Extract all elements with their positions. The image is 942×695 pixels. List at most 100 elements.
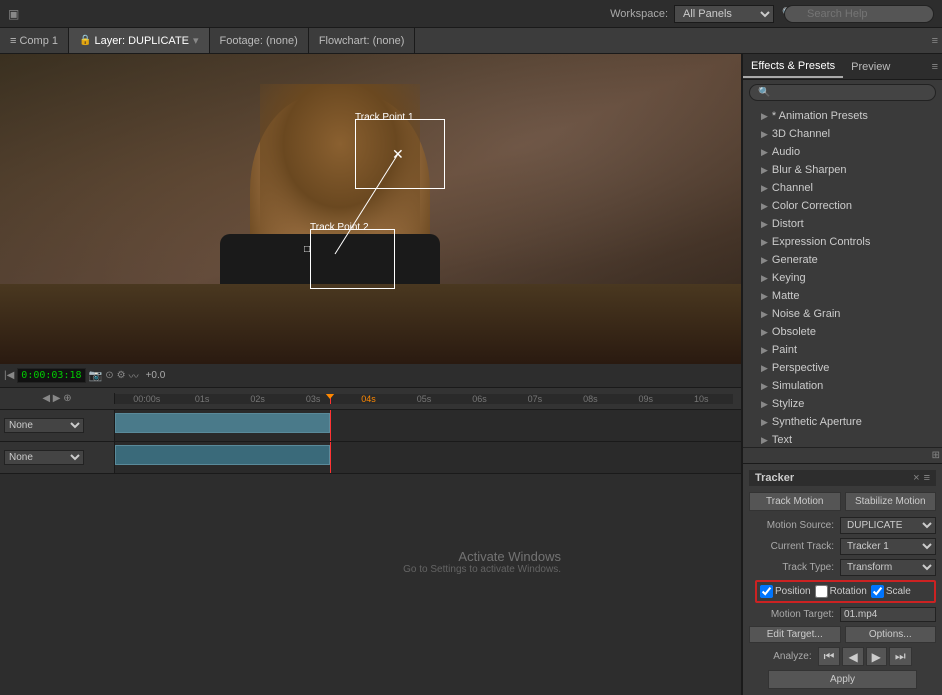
effect-text[interactable]: ▶ Text <box>743 431 942 447</box>
effects-menu-icon[interactable]: ≡ <box>932 61 938 73</box>
effect-blur-sharpen[interactable]: ▶ Blur & Sharpen <box>743 161 942 179</box>
ruler-mark-10: 10s <box>674 394 729 404</box>
tracker-buttons: Track Motion Stabilize Motion <box>749 492 936 511</box>
scale-checkbox[interactable] <box>871 585 884 598</box>
prev-frame-icon[interactable]: |◀ <box>4 370 14 381</box>
right-panel: Effects & Presets Preview ≡ ▶ * Animatio… <box>742 54 942 695</box>
current-track-select[interactable]: Tracker 1 <box>840 538 936 555</box>
effect-stylize[interactable]: ▶ Stylize <box>743 395 942 413</box>
track-2-content[interactable] <box>115 442 733 473</box>
arrow-icon: ▶ <box>761 147 768 158</box>
track-type-row: Track Type: Transform <box>749 559 936 576</box>
tab-footage[interactable]: Footage: (none) <box>210 28 309 53</box>
search-input[interactable] <box>784 5 934 23</box>
track-1-content[interactable] <box>115 410 733 441</box>
effect-synthetic-aperture[interactable]: ▶ Synthetic Aperture <box>743 413 942 431</box>
arrow-icon: ▶ <box>761 417 768 428</box>
arrow-icon: ▶ <box>761 237 768 248</box>
track-motion-button[interactable]: Track Motion <box>749 492 841 511</box>
ruler-mark-0: 00:00s <box>119 394 174 404</box>
tracker-action-buttons: Edit Target... Options... <box>749 626 936 643</box>
motion-source-select[interactable]: DUPLICATE <box>840 517 936 534</box>
settings-icon[interactable]: ⚙ <box>117 370 126 381</box>
workspace-select[interactable]: All Panels <box>674 5 774 23</box>
lock-icon: 🔒 <box>79 35 91 46</box>
stabilize-motion-button[interactable]: Stabilize Motion <box>845 492 937 511</box>
track-1-select[interactable]: None <box>4 418 84 433</box>
effects-search[interactable] <box>749 84 936 101</box>
tracker-panel-header: Tracker × ≡ <box>749 470 936 486</box>
effect-simulation[interactable]: ▶ Simulation <box>743 377 942 395</box>
tab-effects-presets[interactable]: Effects & Presets <box>743 56 843 78</box>
effect-obsolete[interactable]: ▶ Obsolete <box>743 323 942 341</box>
tab-layer-label: Layer: DUPLICATE <box>94 35 189 47</box>
timeline-offset: +0.0 <box>146 370 166 381</box>
track-2-select[interactable]: None <box>4 450 84 465</box>
analyze-first-button[interactable]: ⏮ <box>818 647 841 666</box>
motion-target-value: 01.mp4 <box>840 607 936 622</box>
ruler-mark-6: 06s <box>452 394 507 404</box>
scrollbar-spacer-3 <box>733 442 741 473</box>
scale-label: Scale <box>886 586 911 597</box>
panel-menu-icon[interactable]: ≡ <box>932 35 938 47</box>
ruler-mark-4: 04s <box>341 394 396 404</box>
effect-keying[interactable]: ▶ Keying <box>743 269 942 287</box>
effect-channel[interactable]: ▶ Channel <box>743 179 942 197</box>
effects-tab-bar: Effects & Presets Preview ≡ <box>743 54 942 80</box>
arrow-icon: ▶ <box>761 255 768 266</box>
app-icon: ▣ <box>8 7 19 21</box>
arrow-icon: ▶ <box>761 201 768 212</box>
watermark-line1: Activate Windows <box>403 549 561 564</box>
panel-corner-icon[interactable]: ⊞ <box>932 450 940 461</box>
timeline-area: ◀ ▶ ⊕ 00:00s 01s 02s 03s 04s 05s 06s 07s… <box>0 388 741 695</box>
tracker-menu-icon[interactable]: ≡ <box>924 472 930 484</box>
rotation-checkbox[interactable] <box>815 585 828 598</box>
effect-3d-channel[interactable]: ▶ 3D Channel <box>743 125 942 143</box>
dropdown-icon[interactable]: ▾ <box>193 34 199 47</box>
track-type-select[interactable]: Transform <box>840 559 936 576</box>
effects-panel-footer: ⊞ <box>743 447 942 463</box>
watermark-line2: Go to Settings to activate Windows. <box>403 564 561 575</box>
effect-noise-grain[interactable]: ▶ Noise & Grain <box>743 305 942 323</box>
effect-distort[interactable]: ▶ Distort <box>743 215 942 233</box>
effect-paint[interactable]: ▶ Paint <box>743 341 942 359</box>
target-icon: ⊙ <box>105 370 113 381</box>
effect-generate[interactable]: ▶ Generate <box>743 251 942 269</box>
effects-panel: Effects & Presets Preview ≡ ▶ * Animatio… <box>743 54 942 463</box>
current-track-label: Current Track: <box>749 541 834 552</box>
arrow-icon: ▶ <box>761 345 768 356</box>
analyze-back-button[interactable]: ◀ <box>842 647 863 666</box>
tracker-panel: Tracker × ≡ Track Motion Stabilize Motio… <box>743 463 942 695</box>
analyze-row: Analyze: ⏮ ◀ ▶ ⏭ <box>749 647 936 666</box>
rotation-label: Rotation <box>830 586 867 597</box>
tab-preview[interactable]: Preview <box>843 57 898 77</box>
top-bar: ▣ Workspace: All Panels 🔍 <box>0 0 942 28</box>
effect-audio[interactable]: ▶ Audio <box>743 143 942 161</box>
analyze-forward-button[interactable]: ▶ <box>866 647 887 666</box>
timeline-toolbar: |◀ 0:00:03:18 📷 ⊙ ⚙ 〰 +0.0 <box>0 364 741 388</box>
motion-icon: 〰 <box>129 368 139 383</box>
current-track-row: Current Track: Tracker 1 <box>749 538 936 555</box>
arrow-icon: ▶ <box>761 309 768 320</box>
edit-target-button[interactable]: Edit Target... <box>749 626 841 643</box>
ruler-mark-2: 02s <box>230 394 285 404</box>
effect-color-correction[interactable]: ▶ Color Correction <box>743 197 942 215</box>
ruler-mark-9: 09s <box>618 394 673 404</box>
tab-flowchart-label: Flowchart: (none) <box>319 35 405 47</box>
tab-flowchart[interactable]: Flowchart: (none) <box>309 28 416 53</box>
position-checkbox[interactable] <box>760 585 773 598</box>
ruler-marks: 00:00s 01s 02s 03s 04s 05s 06s 07s 08s 0… <box>119 394 729 404</box>
effect-expression-controls[interactable]: ▶ Expression Controls <box>743 233 942 251</box>
effect-animation-presets[interactable]: ▶ * Animation Presets <box>743 107 942 125</box>
tab-comp[interactable]: ≡ Comp 1 <box>0 28 69 53</box>
motion-source-label: Motion Source: <box>749 520 834 531</box>
apply-button[interactable]: Apply <box>768 670 918 689</box>
options-button[interactable]: Options... <box>845 626 937 643</box>
timeline-left-header: ◀ ▶ ⊕ <box>0 393 115 404</box>
analyze-last-button[interactable]: ⏭ <box>889 647 912 666</box>
activate-watermark: Activate Windows Go to Settings to activ… <box>403 549 561 575</box>
tracker-close-icon[interactable]: × <box>913 472 919 484</box>
effect-matte[interactable]: ▶ Matte <box>743 287 942 305</box>
tab-layer[interactable]: 🔒 Layer: DUPLICATE ▾ <box>69 28 210 53</box>
effect-perspective[interactable]: ▶ Perspective <box>743 359 942 377</box>
